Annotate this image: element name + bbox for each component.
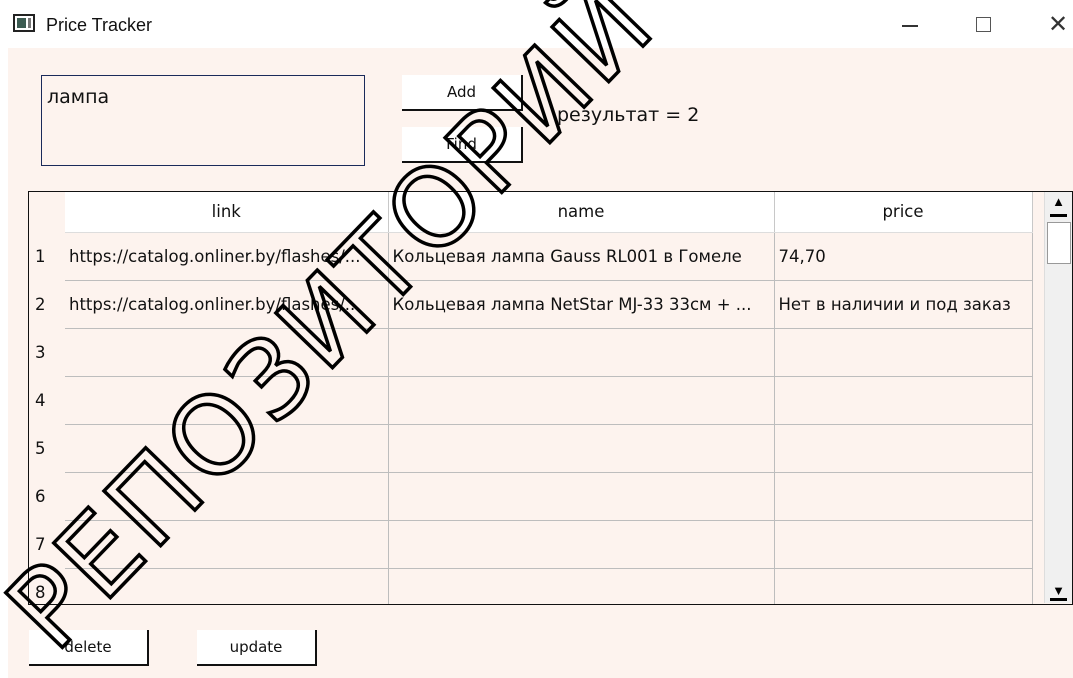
table-row[interactable]: 5 (29, 424, 1033, 473)
cell-name[interactable] (388, 424, 775, 473)
maximize-icon (975, 16, 991, 32)
cell-link[interactable] (65, 328, 389, 377)
title-bar: Price Tracker ✕ (0, 0, 1073, 48)
table-row[interactable]: 8 (29, 568, 1033, 604)
table-body: 1 https://catalog.onliner.by/flashes/... К… (29, 232, 1033, 604)
scroll-down-button[interactable]: ▼ (1045, 573, 1072, 603)
cell-link[interactable]: https://catalog.onliner.by/flashes/... (65, 232, 389, 281)
cell-price[interactable]: Нет в наличии и под заказ (774, 280, 1033, 329)
results-table[interactable]: link name price 1 https://catalog.onliner… (28, 191, 1073, 605)
cell-price[interactable] (774, 424, 1033, 473)
cell-price[interactable] (774, 328, 1033, 377)
minimize-icon (902, 25, 918, 27)
table-row[interactable]: 1 https://catalog.onliner.by/flashes/... К… (29, 232, 1033, 281)
table-row[interactable]: 7 (29, 520, 1033, 569)
app-icon (13, 14, 35, 32)
add-button[interactable]: Add (402, 75, 523, 111)
minimize-button[interactable] (888, 8, 932, 40)
table-corner (29, 192, 65, 232)
search-field-container[interactable] (41, 75, 365, 166)
scroll-thumb[interactable] (1047, 222, 1071, 264)
table-row[interactable]: 3 (29, 328, 1033, 377)
table-row[interactable]: 2 https://catalog.onliner.by/flashes/... К… (29, 280, 1033, 329)
window-title: Price Tracker (46, 15, 153, 35)
cell-price[interactable]: 74,70 (774, 232, 1033, 281)
table-row[interactable]: 6 (29, 472, 1033, 521)
row-number: 5 (29, 424, 65, 472)
row-number: 8 (29, 568, 65, 604)
row-number: 4 (29, 376, 65, 424)
cell-name[interactable]: Кольцевая лампа NetStar MJ-33 33см + ... (388, 280, 775, 329)
search-input[interactable] (42, 76, 364, 118)
row-number: 2 (29, 280, 65, 328)
row-number: 3 (29, 328, 65, 376)
column-header-price[interactable]: price (774, 192, 1033, 233)
row-number: 6 (29, 472, 65, 520)
close-button[interactable]: ✕ (1036, 8, 1073, 40)
find-button[interactable]: Find (402, 127, 523, 163)
cell-name[interactable] (388, 568, 775, 604)
scroll-down-icon: ▼ (1052, 583, 1065, 598)
column-header-link[interactable]: link (65, 192, 389, 233)
cell-name[interactable] (388, 376, 775, 425)
cell-link[interactable] (65, 472, 389, 521)
update-button[interactable]: update (197, 630, 317, 666)
cell-price[interactable] (774, 568, 1033, 604)
cell-name[interactable] (388, 472, 775, 521)
table-header-row: link name price (29, 192, 1033, 233)
result-label: результат = 2 (557, 104, 700, 126)
scroll-up-icon: ▲ (1052, 194, 1065, 209)
maximize-button[interactable] (961, 8, 1005, 40)
cell-link[interactable] (65, 376, 389, 425)
close-icon: ✕ (1047, 10, 1069, 38)
row-number: 1 (29, 232, 65, 280)
vertical-scrollbar[interactable]: ▲ ▼ (1044, 192, 1072, 603)
row-number: 7 (29, 520, 65, 568)
cell-link[interactable] (65, 424, 389, 473)
cell-link[interactable] (65, 520, 389, 569)
cell-link[interactable] (65, 568, 389, 604)
cell-name[interactable] (388, 328, 775, 377)
cell-link[interactable]: https://catalog.onliner.by/flashes/... (65, 280, 389, 329)
cell-price[interactable] (774, 472, 1033, 521)
cell-name[interactable]: Кольцевая лампа Gauss RL001 в Гомеле (388, 232, 775, 281)
cell-name[interactable] (388, 520, 775, 569)
table-row[interactable]: 4 (29, 376, 1033, 425)
scroll-up-button[interactable]: ▲ (1045, 192, 1072, 222)
cell-price[interactable] (774, 520, 1033, 569)
table-grid: link name price 1 https://catalog.onliner… (29, 192, 1033, 604)
column-header-name[interactable]: name (388, 192, 775, 233)
delete-button[interactable]: delete (29, 630, 149, 666)
cell-price[interactable] (774, 376, 1033, 425)
